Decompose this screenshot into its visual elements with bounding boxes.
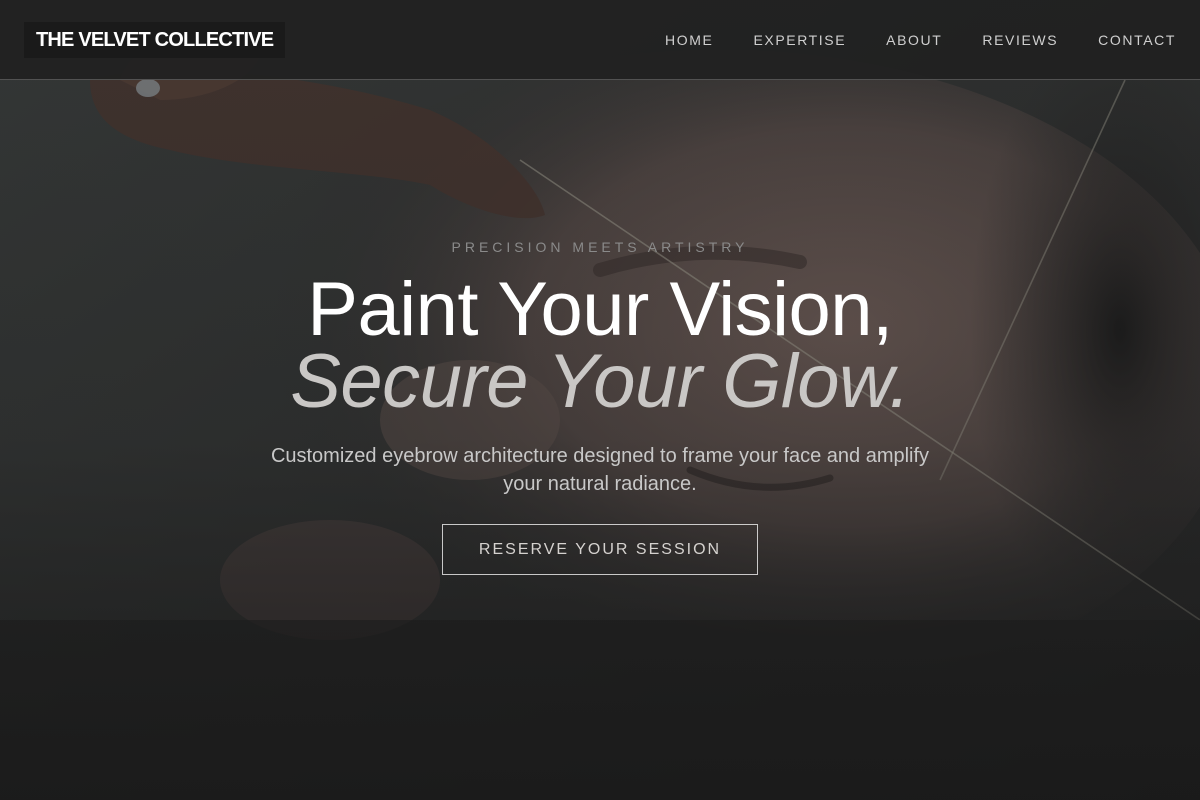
nav-link-contact[interactable]: CONTACT — [1098, 32, 1176, 48]
hero-eyebrow: PRECISION MEETS ARTISTRY — [451, 239, 749, 255]
nav-links: HOME EXPERTISE ABOUT REVIEWS CONTACT — [665, 0, 1176, 80]
nav-link-reviews[interactable]: REVIEWS — [982, 32, 1058, 48]
hero-section: THE VELVET COLLECTIVE HOME EXPERTISE ABO… — [0, 0, 1200, 800]
hero-headline-line1: Paint Your Vision, — [307, 267, 893, 352]
hero-subtext: Customized eyebrow architecture designed… — [270, 445, 930, 495]
reserve-session-button[interactable]: RESERVE YOUR SESSION — [442, 524, 758, 575]
nav-link-about[interactable]: ABOUT — [886, 32, 942, 48]
hero-headline-line2: Secure Your Glow. — [290, 339, 910, 424]
hero-content: PRECISION MEETS ARTISTRY Paint Your Visi… — [0, 0, 1200, 800]
brand-logo[interactable]: THE VELVET COLLECTIVE — [24, 22, 286, 58]
nav-link-home[interactable]: HOME — [665, 32, 713, 48]
top-navbar: THE VELVET COLLECTIVE HOME EXPERTISE ABO… — [0, 0, 1200, 80]
nav-link-expertise[interactable]: EXPERTISE — [753, 32, 846, 48]
